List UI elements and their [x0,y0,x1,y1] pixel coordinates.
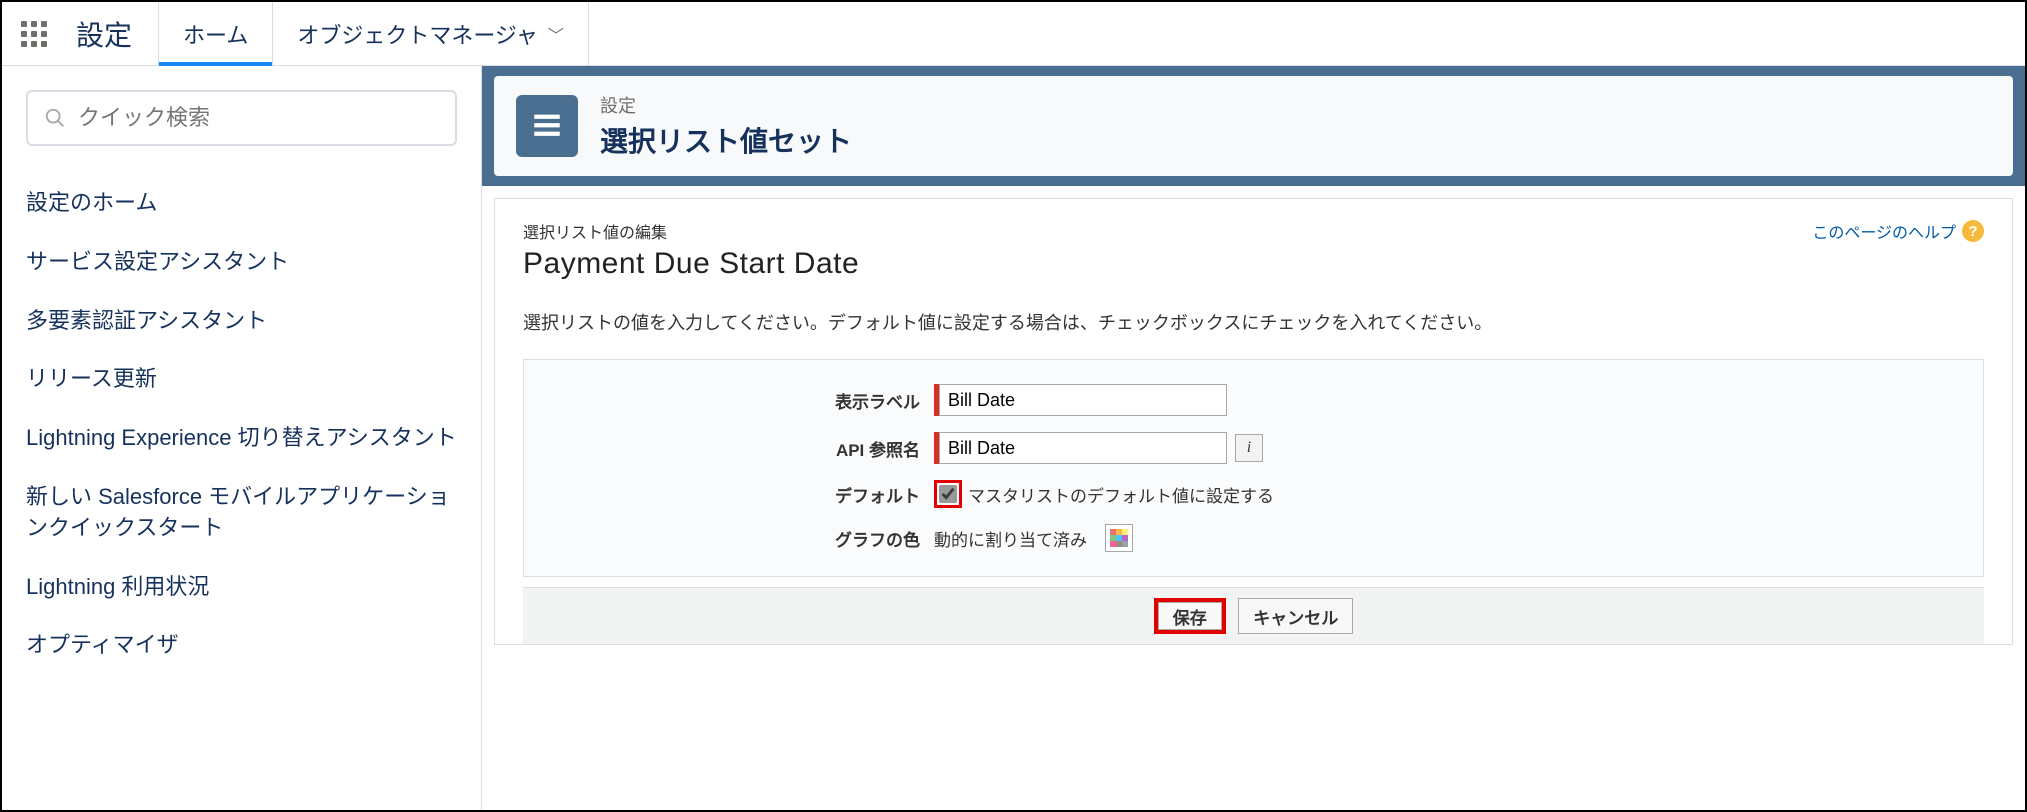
api-name-info-button[interactable]: i [1235,434,1263,462]
chevron-down-icon: ﹀ [548,22,564,46]
quick-find-input[interactable] [78,105,439,131]
content-panel: 選択リスト値の編集 Payment Due Start Date このページのヘ… [494,198,2013,645]
sidebar-item-service-assist[interactable]: サービス設定アシスタント [26,233,457,292]
label-chart-color: グラフの色 [524,526,934,551]
page-help-link[interactable]: このページのヘルプ ? [1812,219,1984,243]
input-api-name[interactable] [939,432,1227,464]
label-api-name: API 参照名 [524,436,934,461]
default-checkbox[interactable] [939,485,957,503]
label-display: 表示ラベル [524,388,934,413]
row-api-name: API 参照名 i [524,432,1983,464]
highlight-save-button: 保存 [1154,598,1226,634]
chart-color-value: 動的に割り当て済み [934,526,1087,551]
button-bar: 保存 キャンセル [523,587,1984,644]
page-banner: 設定 選択リスト値セット [494,76,2013,176]
tab-object-manager[interactable]: オブジェクトマネージャ ﹀ [273,2,588,65]
breadcrumb: 設定 [600,92,852,118]
page-help-label: このページのヘルプ [1812,219,1956,243]
default-checkbox-label: マスタリストのデフォルト値に設定する [968,482,1274,507]
sidebar-item-lightning-usage[interactable]: Lightning 利用状況 [26,558,457,617]
sidebar-item-mfa-assist[interactable]: 多要素認証アシスタント [26,292,457,351]
label-default: デフォルト [524,482,934,507]
tab-home[interactable]: ホーム [158,2,273,65]
sidebar-item-lex-transition[interactable]: Lightning Experience 切り替えアシスタント [26,409,457,468]
section-title: Payment Due Start Date [523,247,859,281]
help-icon: ? [1962,220,1984,242]
app-launcher-button[interactable] [2,2,66,65]
save-button[interactable]: 保存 [1158,602,1222,630]
page-banner-bg: 設定 選択リスト値セット [482,66,2025,186]
tab-object-manager-label: オブジェクトマネージャ [297,18,537,50]
row-default: デフォルト マスタリストのデフォルト値に設定する [524,480,1983,508]
row-display-label: 表示ラベル [524,384,1983,416]
app-title: 設定 [66,2,158,65]
sidebar: 設定のホーム サービス設定アシスタント 多要素認証アシスタント リリース更新 L… [2,66,482,810]
tab-home-label: ホーム [183,18,248,50]
page-title: 選択リスト値セット [600,120,852,160]
color-picker-button[interactable] [1105,524,1133,552]
sidebar-item-optimizer[interactable]: オプティマイザ [26,616,457,675]
waffle-icon [21,21,47,47]
picklist-icon [516,95,578,157]
input-display-label[interactable] [939,384,1227,416]
sidebar-item-release-updates[interactable]: リリース更新 [26,350,457,409]
quick-find-search[interactable] [26,90,457,146]
row-chart-color: グラフの色 動的に割り当て済み [524,524,1983,552]
sidebar-item-setup-home[interactable]: 設定のホーム [26,174,457,233]
highlight-default-checkbox [934,480,962,508]
page-description: 選択リストの値を入力してください。デフォルト値に設定する場合は、チェックボックス… [523,309,1984,335]
topbar: 設定 ホーム オブジェクトマネージャ ﹀ [2,2,2025,66]
sidebar-item-mobile-quickstart[interactable]: 新しい Salesforce モバイルアプリケーションクイックスタート [26,468,457,558]
form-area: 表示ラベル API 参照名 i デフォルト [523,359,1984,577]
search-icon [44,107,66,129]
section-eyebrow: 選択リスト値の編集 [523,219,859,243]
main-content: 設定 選択リスト値セット 選択リスト値の編集 Payment Due Start… [482,66,2025,810]
cancel-button[interactable]: キャンセル [1238,598,1353,634]
color-swatch-icon [1110,529,1128,547]
